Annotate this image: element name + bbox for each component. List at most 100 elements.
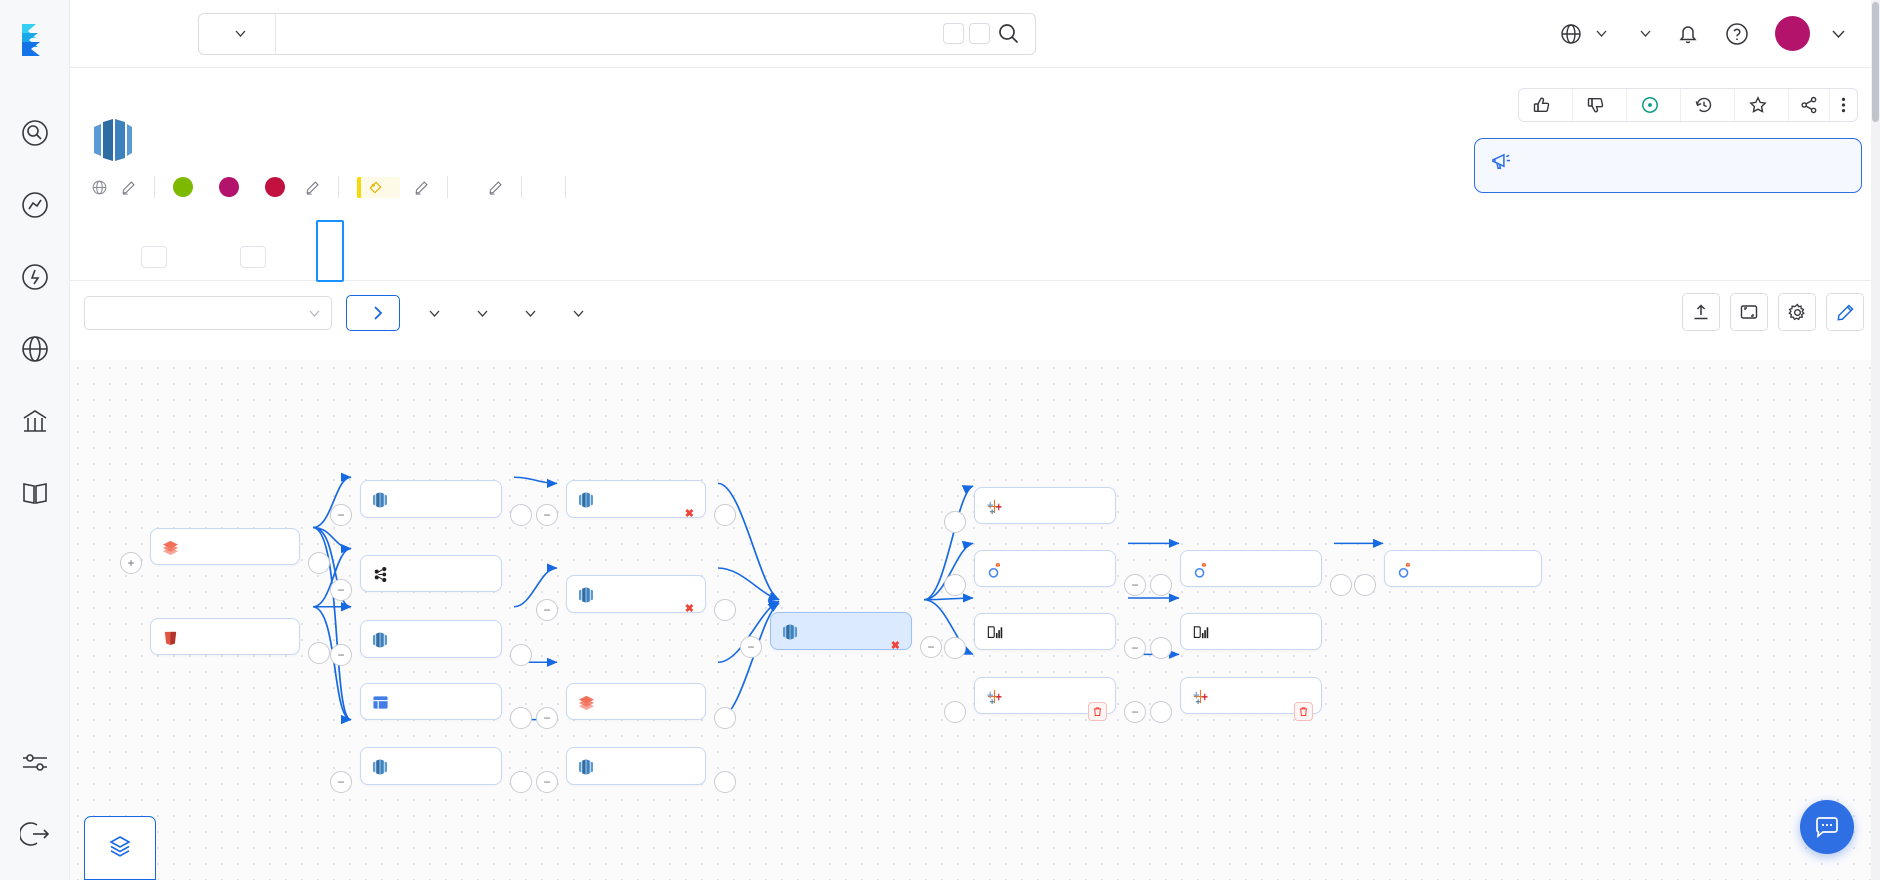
observability-icon[interactable] <box>13 183 57 227</box>
lineage-node-operations-view[interactable]: − <box>944 550 1146 596</box>
tab-dbt[interactable] <box>346 234 378 280</box>
lineage-graph-canvas[interactable]: + − − − − − ✖ − ✖ − − − ✖ − − − − <box>70 360 1880 880</box>
lineage-node-table[interactable] <box>360 683 532 729</box>
node-out-port[interactable] <box>714 771 736 793</box>
node-expand-port[interactable]: + <box>120 552 142 574</box>
domain-selector[interactable] <box>1547 14 1620 54</box>
language-selector[interactable] <box>1620 14 1664 54</box>
chevron-down-icon[interactable] <box>309 310 320 317</box>
node-collapse-port[interactable]: − <box>740 636 762 658</box>
node-out-port[interactable] <box>308 552 330 574</box>
remove-node-icon[interactable]: ✖ <box>685 602 694 615</box>
owner-chip[interactable] <box>219 177 245 197</box>
domains-icon[interactable] <box>13 327 57 371</box>
layers-button[interactable] <box>84 816 156 880</box>
node-collapse-port[interactable]: − <box>1124 574 1146 596</box>
history-count[interactable] <box>1681 89 1735 121</box>
announcement-card[interactable] <box>1474 138 1862 193</box>
lineage-node-s3-tbl-new[interactable]: − <box>536 683 736 729</box>
explore-icon[interactable] <box>13 111 57 155</box>
lineage-node-raw-orders[interactable]: − <box>330 620 532 666</box>
node-in-port[interactable] <box>1150 701 1172 723</box>
tab-sample-data[interactable] <box>183 234 215 280</box>
edit-owners-icon[interactable] <box>305 180 320 195</box>
downvote-button[interactable] <box>1573 89 1627 121</box>
node-collapse-port[interactable]: − <box>536 504 558 526</box>
delete-node-icon[interactable] <box>1088 702 1107 721</box>
node-collapse-port[interactable]: − <box>330 579 352 601</box>
node-in-port[interactable] <box>1150 637 1172 659</box>
node-collapse-port[interactable]: − <box>536 707 558 729</box>
node-collapse-port[interactable]: − <box>330 771 352 793</box>
logout-icon[interactable] <box>13 812 57 856</box>
node-in-port[interactable] <box>944 637 966 659</box>
insight-count[interactable] <box>1627 89 1681 121</box>
delete-node-icon[interactable] <box>1294 702 1313 721</box>
lineage-node-orders-dashboard[interactable] <box>1354 550 1542 596</box>
fullscreen-button[interactable] <box>1730 293 1768 331</box>
governance-icon[interactable] <box>13 399 57 443</box>
edit-domain-icon[interactable] <box>121 180 136 195</box>
tab-lineage[interactable] <box>314 220 346 282</box>
node-collapse-port[interactable]: − <box>536 599 558 621</box>
lineage-node-stg-orders[interactable]: − ✖ <box>536 575 736 621</box>
node-out-port[interactable] <box>714 504 736 526</box>
lineage-node-default-ksql-processing-log[interactable]: − <box>330 555 502 601</box>
tab-custom-properties[interactable] <box>378 234 410 280</box>
lineage-node-stg-payments[interactable]: − ✖ <box>536 480 736 526</box>
search-input[interactable] <box>276 13 943 54</box>
remove-node-icon[interactable]: ✖ <box>685 507 694 520</box>
lineage-node-stg-customers[interactable]: − <box>536 747 736 793</box>
node-in-port[interactable] <box>1354 574 1376 596</box>
chat-support-button[interactable] <box>1800 800 1854 854</box>
advanced-search-button[interactable] <box>346 295 400 331</box>
lineage-node-sampledata-usecase[interactable] <box>150 618 330 664</box>
node-out-port[interactable] <box>510 707 532 729</box>
node-in-port[interactable] <box>1150 574 1172 596</box>
tab-activity-feeds-tasks[interactable] <box>116 234 183 280</box>
remove-node-icon[interactable]: ✖ <box>891 639 900 652</box>
tier-badge[interactable] <box>357 176 400 198</box>
lineage-node-raw-customers[interactable]: − <box>330 747 532 793</box>
scrollbar-thumb[interactable] <box>1872 2 1879 122</box>
node-collapse-port[interactable]: − <box>330 644 352 666</box>
node-out-port[interactable] <box>714 599 736 621</box>
lineage-node-customers[interactable]: − ✖ − <box>740 612 942 658</box>
tab-queries[interactable] <box>215 234 282 280</box>
node-out-port[interactable] <box>510 644 532 666</box>
more-options-button[interactable] <box>1830 89 1857 121</box>
tab-profiler-data-quality[interactable] <box>282 234 314 280</box>
share-button[interactable] <box>1789 89 1830 121</box>
filter-tag[interactable] <box>510 310 544 317</box>
node-out-port[interactable] <box>510 504 532 526</box>
edit-tier-icon[interactable] <box>414 180 429 195</box>
lineage-search-input[interactable] <box>96 303 309 323</box>
lineage-node-orders[interactable] <box>1150 550 1352 596</box>
notifications-button[interactable] <box>1664 14 1712 54</box>
app-logo[interactable] <box>14 18 56 63</box>
lineage-node-customer-by-region[interactable] <box>944 487 1116 533</box>
tab-schema[interactable] <box>84 234 116 280</box>
node-out-port[interactable] <box>714 707 736 729</box>
lineage-node-redshift-report-lineage[interactable] <box>1150 613 1322 659</box>
lineage-node-test-workbook[interactable] <box>1150 677 1322 723</box>
node-collapse-port[interactable]: − <box>1124 701 1146 723</box>
node-out-port[interactable] <box>510 771 532 793</box>
search-scope-dropdown[interactable] <box>199 13 276 54</box>
filter-column[interactable] <box>558 310 592 317</box>
edit-lineage-button[interactable] <box>1826 293 1864 331</box>
node-out-port[interactable] <box>1330 574 1352 596</box>
lineage-node-raw-payments[interactable]: − <box>330 480 532 526</box>
user-menu[interactable] <box>1762 14 1858 54</box>
insights-icon[interactable] <box>13 255 57 299</box>
filter-owner[interactable] <box>462 310 496 317</box>
lineage-node-test-connection[interactable]: − <box>944 677 1146 723</box>
help-button[interactable] <box>1712 14 1762 54</box>
upvote-button[interactable] <box>1519 89 1573 121</box>
settings-slider-icon[interactable] <box>13 740 57 784</box>
owner-chip[interactable] <box>265 177 291 197</box>
node-collapse-port[interactable]: − <box>330 504 352 526</box>
search-icon[interactable] <box>998 23 1019 44</box>
node-in-port[interactable] <box>944 511 966 533</box>
node-collapse-port[interactable]: − <box>1124 637 1146 659</box>
